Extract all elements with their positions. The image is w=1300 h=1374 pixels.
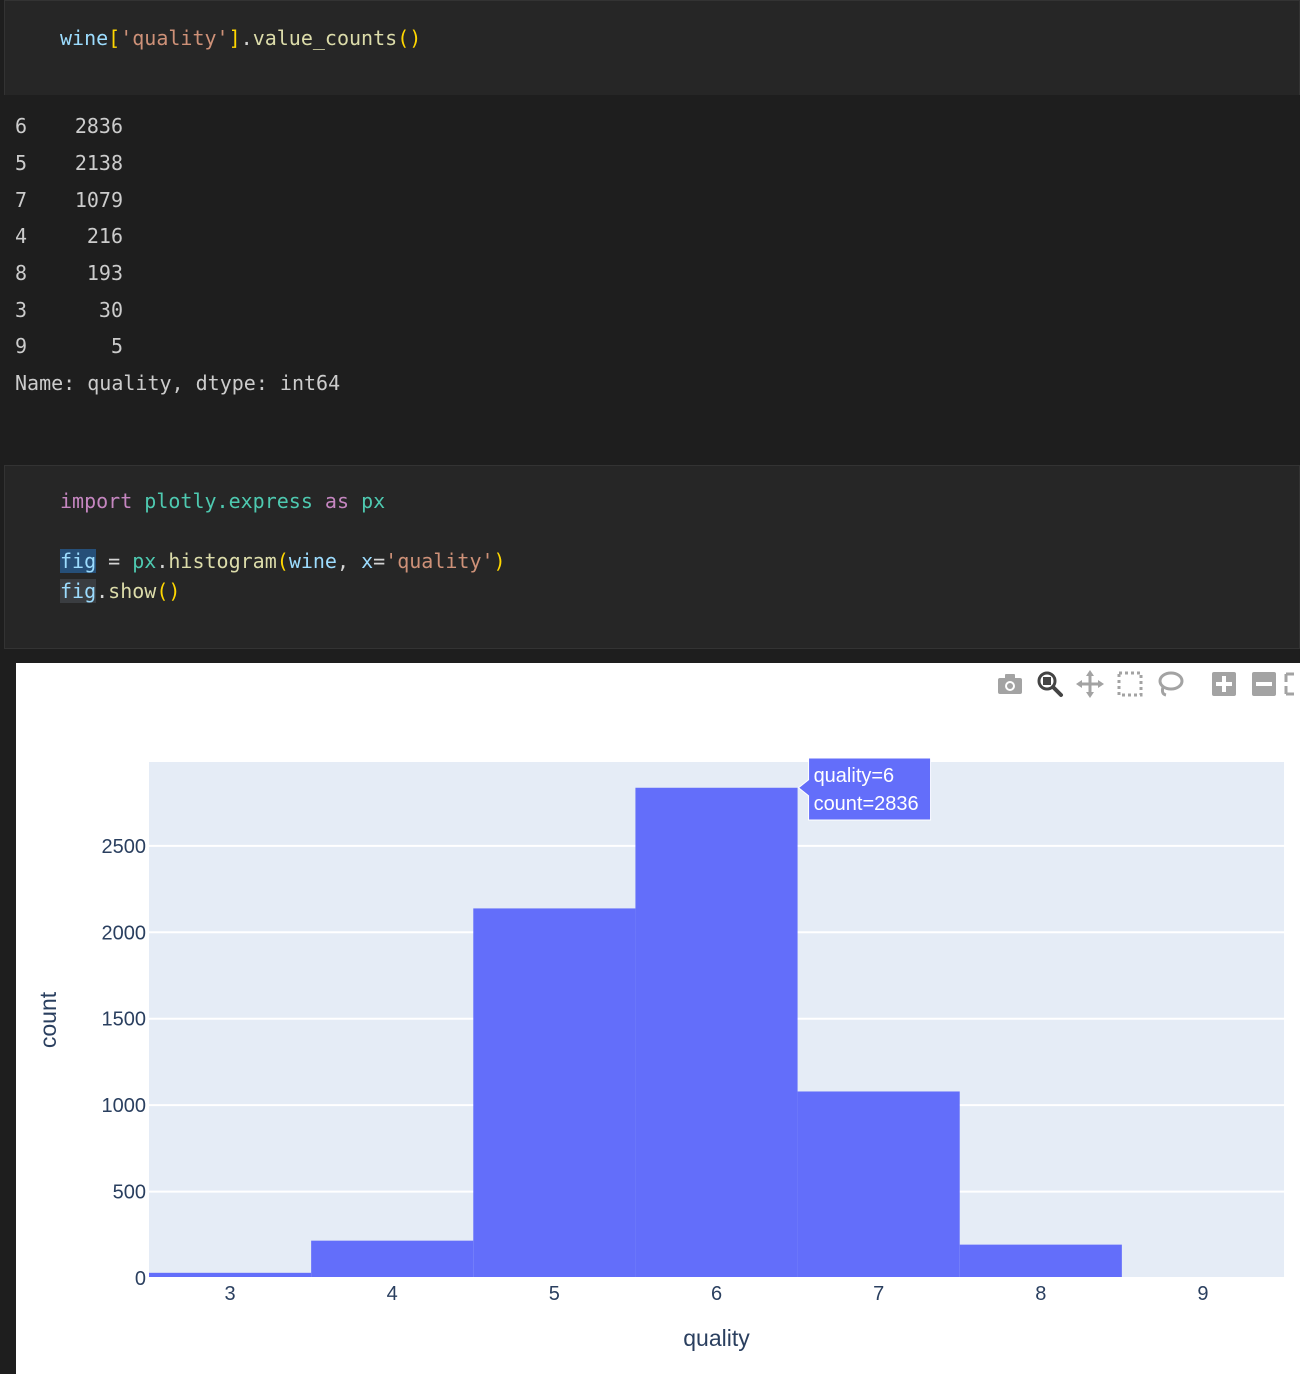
code-token: px	[361, 489, 386, 513]
code-token: histogram	[168, 549, 277, 573]
code-token: .	[240, 26, 253, 50]
code-token: fig	[60, 549, 97, 573]
output-value: 30	[98, 298, 123, 322]
output-value: 2836	[74, 114, 123, 138]
code-token: x	[361, 549, 374, 573]
bar[interactable]	[311, 1240, 474, 1278]
x-tick-label: 6	[711, 1283, 722, 1305]
output-value: 193	[86, 261, 123, 285]
output-row: 95	[15, 334, 123, 358]
cell-output-value-counts: 6 2836 5 2138 7 1079 4 216 8 193 3 30 95 Name:…	[0, 95, 1300, 465]
code-cell-plotly[interactable]: import plotly.express as px fig = px.his…	[4, 465, 1300, 649]
x-tick-label: 9	[1197, 1283, 1208, 1305]
code-token: ,	[336, 549, 362, 573]
zoom-icon[interactable]	[1030, 671, 1070, 697]
plotly-figure[interactable]: 0 500 1000 1500 2000 2500 3 4 5 6 7 8 9 quality count q…	[16, 663, 1300, 1374]
x-tick-label: 8	[1035, 1283, 1046, 1305]
tooltip-label: quality=6	[814, 765, 895, 787]
code-token: [	[108, 26, 121, 50]
bar[interactable]	[959, 1244, 1122, 1278]
code-token: .	[96, 579, 109, 603]
plotly-modebar	[990, 670, 1300, 698]
x-tick-label: 7	[873, 1283, 884, 1305]
code-token: fig	[60, 579, 97, 603]
x-tick-label: 3	[225, 1283, 236, 1305]
code-token: ]	[228, 26, 241, 50]
code-token: plotly.express	[144, 489, 313, 513]
code-token: )	[493, 549, 506, 573]
output-row: 6 2836	[15, 114, 123, 138]
code-token: as	[324, 489, 350, 513]
code-token: wine	[60, 26, 109, 50]
code-token: 'quality'	[120, 26, 229, 50]
code-cell-value-counts[interactable]: wine['quality'].value_counts()	[4, 0, 1300, 96]
zoom-in-icon[interactable]	[1204, 671, 1244, 697]
box-select-icon[interactable]	[1110, 671, 1150, 697]
tooltip-label: count=2836	[814, 793, 919, 815]
x-tick-label: 5	[549, 1283, 560, 1305]
output-row: 4 216	[15, 224, 123, 248]
pan-icon[interactable]	[1070, 670, 1110, 698]
output-value: 5	[110, 334, 123, 358]
y-tick-label: 500	[113, 1182, 146, 1204]
y-tick-label: 2000	[102, 922, 147, 944]
camera-icon[interactable]	[990, 671, 1030, 697]
y-tick-label: 0	[135, 1268, 146, 1290]
code-token: px	[132, 549, 157, 573]
bar[interactable]	[473, 908, 636, 1278]
y-tick-label: 1500	[102, 1009, 147, 1031]
lasso-select-icon[interactable]	[1150, 671, 1190, 697]
code-token: ()	[156, 579, 181, 603]
code-token: =	[96, 549, 133, 573]
output-row: 8 193	[15, 261, 123, 285]
code-line: fig.show()	[60, 579, 180, 603]
autoscale-icon[interactable]	[1284, 671, 1300, 697]
code-token: 'quality'	[385, 549, 494, 573]
code-token: value_counts	[252, 26, 398, 50]
bar[interactable]	[635, 787, 798, 1278]
code-token: (	[276, 549, 289, 573]
code-token: import	[60, 489, 133, 513]
code-token: ()	[397, 26, 422, 50]
zoom-out-icon[interactable]	[1244, 671, 1284, 697]
histogram-chart[interactable]: 0 500 1000 1500 2000 2500 3 4 5 6 7 8 9 quality count q…	[16, 663, 1300, 1374]
output-row: 5 2138	[15, 151, 123, 175]
output-footer: Name: quality, dtype: int64	[15, 371, 341, 395]
x-tick-label: 4	[387, 1283, 398, 1305]
code-token: .	[156, 549, 169, 573]
y-tick-label: 1000	[102, 1095, 147, 1117]
y-axis-title: count	[35, 991, 61, 1048]
output-row: 3 30	[15, 298, 123, 322]
output-value: 216	[86, 224, 123, 248]
bar[interactable]	[797, 1091, 960, 1278]
output-row: 7 1079	[15, 188, 123, 212]
output-value: 2138	[74, 151, 123, 175]
code-line: fig = px.histogram(wine, x='quality')	[60, 549, 506, 573]
y-tick-label: 2500	[102, 836, 147, 858]
output-value: 1079	[74, 188, 123, 212]
code-token: show	[108, 579, 157, 603]
x-axis-title: quality	[683, 1325, 750, 1351]
code-token: wine	[288, 549, 337, 573]
code-line: wine['quality'].value_counts()	[60, 26, 421, 50]
code-token: =	[373, 549, 386, 573]
code-line: import plotly.express as px	[60, 489, 385, 513]
